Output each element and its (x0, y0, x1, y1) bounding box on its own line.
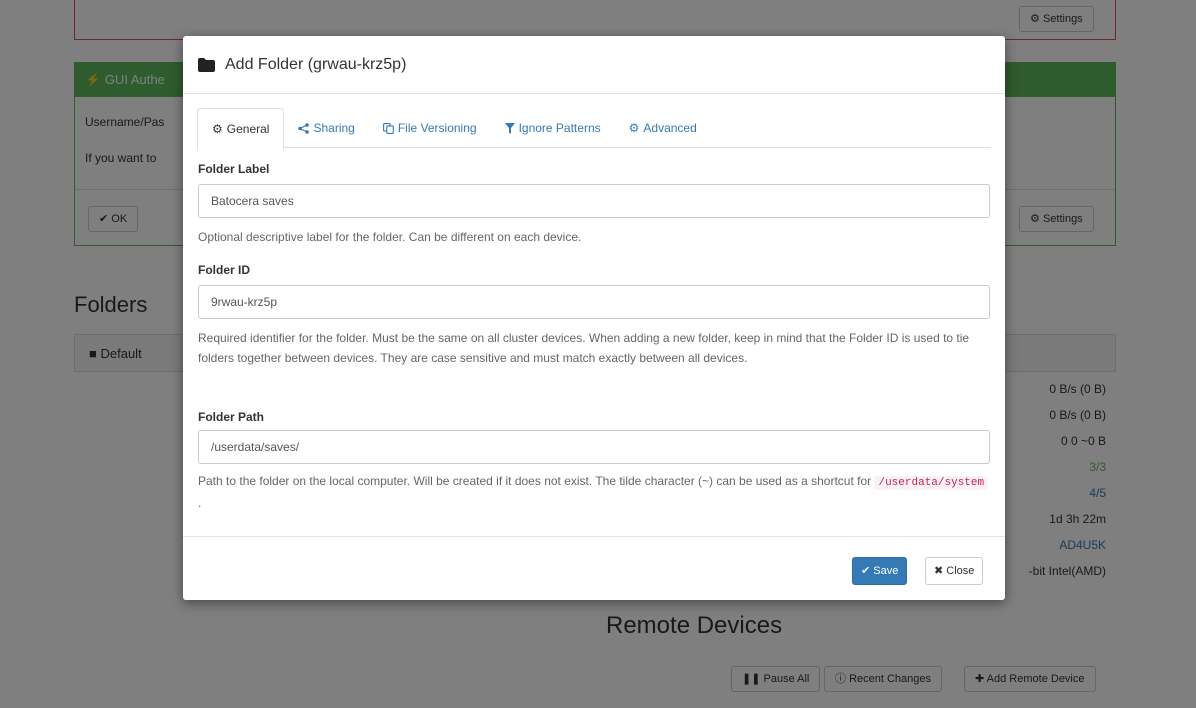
tab-advanced[interactable]: ⚙ Advanced (615, 108, 711, 148)
folder-id-help: Required identifier for the folder. Must… (198, 331, 970, 365)
modal-title: Add Folder (grwau-krz5p) (225, 55, 407, 73)
share-icon (298, 122, 310, 134)
folder-path-input[interactable] (198, 430, 990, 464)
add-folder-dialog: Add Folder (grwau-krz5p) ⚙ General Shari… (183, 36, 1005, 600)
folder-id-title: Folder ID (198, 263, 251, 277)
folder-label-help: Optional descriptive label for the folde… (198, 230, 582, 244)
copy-icon (382, 122, 394, 134)
gears-icon: ⚙ (628, 121, 640, 135)
system-path-code: /userdata/system (874, 476, 989, 490)
folder-label-title: Folder Label (198, 162, 270, 176)
folder-label-input[interactable] (198, 184, 990, 218)
folder-path-help: Path to the folder on the local computer… (198, 471, 993, 513)
close-icon: ✖ (934, 565, 944, 577)
tab-file-versioning[interactable]: File Versioning (369, 108, 491, 148)
tab-ignore-patterns[interactable]: Ignore Patterns (491, 108, 615, 148)
folder-icon (198, 57, 215, 72)
filter-icon (504, 122, 515, 134)
tab-general[interactable]: ⚙ General (197, 108, 285, 149)
tab-sharing[interactable]: Sharing (284, 108, 368, 148)
check-icon: ✔ (861, 565, 871, 577)
folder-path-title: Folder Path (198, 410, 265, 424)
gear-icon: ⚙ (212, 121, 223, 136)
save-button[interactable]: ✔ Save (852, 557, 908, 585)
close-button[interactable]: ✖ Close (925, 557, 984, 585)
modal-header: Add Folder (grwau-krz5p) (183, 36, 1005, 94)
tab-bar: ⚙ General Sharing File Versioning Ignore… (197, 108, 991, 149)
folder-id-input[interactable] (198, 285, 990, 319)
modal-footer: ✔ Save ✖ Close (183, 536, 1005, 600)
